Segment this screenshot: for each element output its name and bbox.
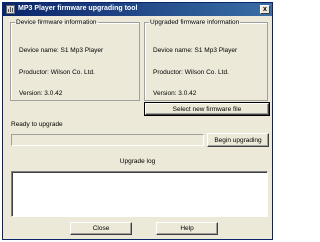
status-label: Ready to upgrade (11, 121, 63, 128)
app-icon (6, 5, 15, 14)
begin-upgrading-button[interactable]: Begin upgrading (207, 133, 269, 147)
device-firmware-heading: Device firmware information (16, 19, 97, 26)
productor-label: Productor: Wilson Co. Ltd. (19, 69, 95, 76)
device-firmware-group: Device firmware information Device name:… (10, 19, 140, 101)
select-firmware-file-button[interactable]: Select new firmware file (144, 102, 270, 116)
upgraded-productor-label: Productor: Wilson Co. Ltd. (153, 69, 229, 76)
upgrade-log-label: Upgrade log (119, 158, 156, 165)
close-button[interactable]: Close (70, 222, 132, 235)
device-name-label: Device name: S1 Mp3 Player (19, 47, 104, 54)
upgraded-version-label: Version: 3.0.42 (153, 90, 197, 97)
upgraded-firmware-heading: Upgraded firmware information (150, 19, 240, 26)
window-title: MP3 Player firmware upgrading tool (18, 5, 138, 12)
firmware-tool-window: MP3 Player firmware upgrading tool x Dev… (2, 2, 273, 240)
help-button[interactable]: Help (156, 222, 218, 235)
upgrade-log-box[interactable] (11, 171, 268, 217)
title-bar[interactable]: MP3 Player firmware upgrading tool x (3, 3, 272, 16)
upgrade-progress-bar (11, 134, 204, 146)
version-label: Version: 3.0.42 (19, 90, 63, 97)
upgraded-firmware-group: Upgraded firmware information Device nam… (144, 19, 268, 101)
close-icon[interactable]: x (260, 5, 270, 14)
upgraded-device-name-label: Device name: S1 Mp3 Player (153, 47, 238, 54)
